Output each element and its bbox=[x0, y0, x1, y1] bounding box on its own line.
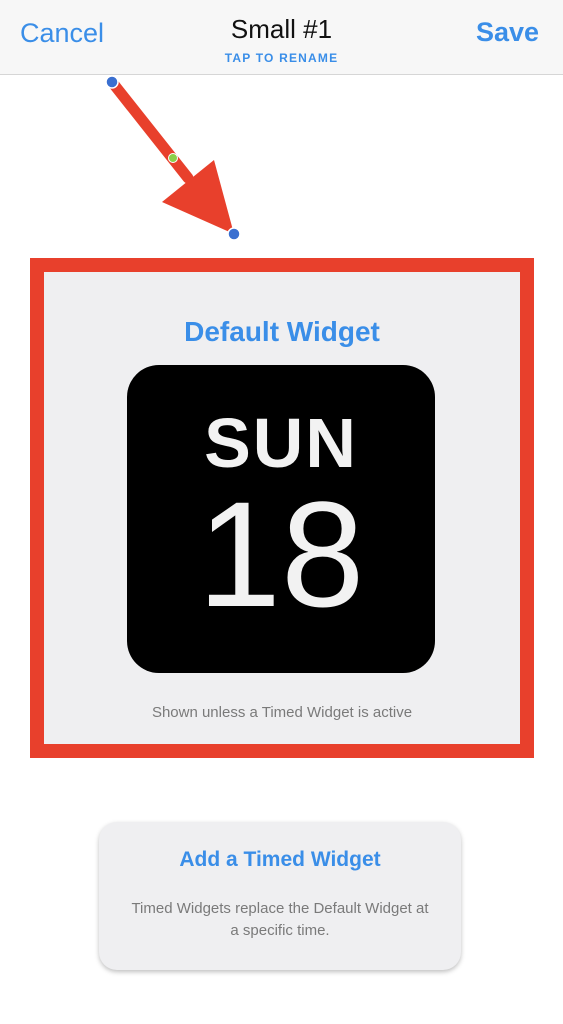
default-widget-preview[interactable]: SUN 18 bbox=[127, 365, 435, 673]
arrow-shaft bbox=[106, 76, 194, 184]
save-button[interactable]: Save bbox=[476, 17, 539, 48]
add-timed-widget-button[interactable]: Add a Timed Widget Timed Widgets replace… bbox=[99, 822, 461, 970]
arrow-end-handle[interactable] bbox=[227, 227, 241, 241]
arrow-head bbox=[162, 160, 234, 234]
rename-hint[interactable]: TAP TO RENAME bbox=[0, 51, 563, 65]
default-widget-section: Default Widget SUN 18 Shown unless a Tim… bbox=[30, 258, 534, 758]
default-widget-caption: Shown unless a Timed Widget is active bbox=[151, 704, 413, 721]
arrow-mid-handle[interactable] bbox=[168, 153, 178, 163]
add-timed-widget-label: Add a Timed Widget bbox=[179, 848, 381, 871]
navigation-bar: Cancel Small #1 TAP TO RENAME Save bbox=[0, 0, 563, 75]
default-widget-title: Default Widget bbox=[184, 316, 380, 347]
timed-widget-description: Timed Widgets replace the Default Widget… bbox=[131, 900, 429, 939]
widget-date-label: 18 bbox=[197, 470, 365, 638]
annotation-arrow bbox=[105, 75, 241, 241]
arrow-start-handle[interactable] bbox=[105, 75, 119, 89]
